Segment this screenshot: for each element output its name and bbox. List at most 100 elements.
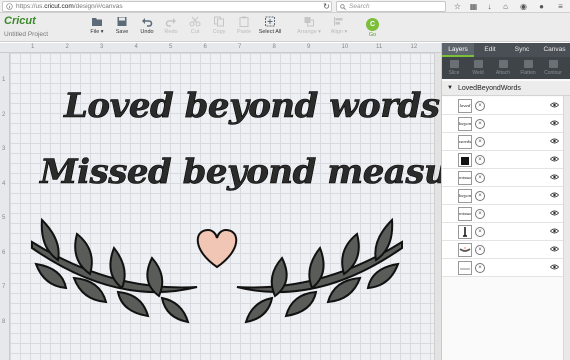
weld-icon (473, 60, 483, 68)
ruler-tick-label: 5 (169, 44, 173, 50)
heart-shape (196, 228, 238, 269)
hide-contour-icon[interactable]: × (475, 119, 485, 129)
ruler-tick-label: 6 (203, 44, 207, 50)
menu-icon[interactable]: ≡ (556, 2, 565, 11)
save-button[interactable]: Save (109, 16, 135, 35)
text-missed-beyond-measure[interactable]: Missed beyond measure (40, 152, 488, 193)
text-loved-beyond-words[interactable]: Loved beyond words (64, 86, 441, 127)
hide-contour-icon[interactable]: × (475, 245, 485, 255)
layer-row[interactable]: words × (442, 133, 570, 151)
contour-icon (548, 60, 558, 68)
layer-row[interactable]: beyond× (442, 187, 570, 205)
paste-label: Paste (236, 29, 252, 35)
ruler-tick-label: 1 (2, 77, 6, 83)
visibility-eye-icon[interactable] (550, 174, 559, 180)
weld-label: Weld (472, 70, 484, 76)
hide-contour-icon[interactable]: × (475, 137, 485, 147)
visibility-eye-icon[interactable] (550, 102, 559, 108)
visibility-eye-icon[interactable] (550, 246, 559, 252)
ruler-tick-label: 11 (376, 44, 383, 50)
visibility-eye-icon[interactable] (550, 264, 559, 270)
layer-row[interactable]: × (442, 241, 570, 259)
flatten-button[interactable]: Flatten (516, 60, 540, 76)
align-button[interactable]: Align ▾ (326, 16, 352, 35)
arrange-button[interactable]: Arrange ▾ (295, 16, 323, 35)
hide-contour-icon[interactable]: × (475, 101, 485, 111)
select-all-button[interactable]: Select All (257, 16, 283, 35)
panel-tabs: Layers Edit Sync Canvas (442, 43, 570, 57)
reload-icon[interactable]: ↻ (322, 2, 331, 11)
go-button[interactable]: C (366, 18, 379, 31)
chat-icon[interactable]: ◉ (519, 2, 528, 11)
hide-contour-icon[interactable]: × (475, 209, 485, 219)
ruler-tick-label: 2 (65, 44, 69, 50)
undo-label: Undo (140, 29, 154, 35)
file-label: File ▾ (90, 29, 104, 35)
visibility-eye-icon[interactable] (550, 156, 559, 162)
panel-scrollbar[interactable] (563, 96, 570, 360)
visibility-eye-icon[interactable] (550, 120, 559, 126)
project-name[interactable]: Untitled Project (4, 31, 48, 38)
attach-icon (498, 60, 508, 68)
layer-thumbnail (458, 225, 472, 239)
redo-button[interactable]: Redo (158, 16, 184, 35)
tab-sync[interactable]: Sync (506, 43, 538, 57)
ruler-tick-label: 7 (2, 284, 6, 290)
visibility-eye-icon[interactable] (550, 210, 559, 216)
layer-row[interactable]: missed × (442, 169, 570, 187)
paste-button[interactable]: Paste (231, 16, 257, 35)
reading-list-icon[interactable]: ▦ (469, 2, 478, 11)
layer-thumbnail: missed (458, 207, 472, 221)
tab-edit[interactable]: Edit (474, 43, 506, 57)
ruler-tick-label: 5 (2, 215, 6, 221)
cricut-logo: Cricut (4, 15, 36, 27)
layer-thumbnail: loved (458, 99, 472, 113)
layer-row[interactable]: beyond× (442, 115, 570, 133)
tab-layers[interactable]: Layers (442, 43, 474, 57)
save-icon (117, 17, 127, 26)
layer-group-header[interactable]: ▼ LovedBeyondWords (442, 81, 570, 96)
undo-button[interactable]: Undo (134, 16, 160, 35)
laurel-wreath-image[interactable] (22, 212, 412, 332)
layer-row[interactable]: × (442, 151, 570, 169)
ruler-tick-label: 3 (100, 44, 104, 50)
align-label: Align ▾ (330, 29, 348, 35)
download-icon[interactable]: ↓ (485, 2, 494, 11)
extension-icon[interactable]: ● (537, 2, 546, 11)
url-path: /design/#/canvas (73, 3, 123, 10)
layer-row[interactable]: loved × (442, 97, 570, 115)
cut-button[interactable]: Cut (182, 16, 208, 35)
layer-thumbnail (458, 243, 472, 257)
search-icon (340, 4, 346, 10)
hide-contour-icon[interactable]: × (475, 155, 485, 165)
go-label: Go (368, 32, 377, 38)
flatten-label: Flatten (520, 70, 536, 76)
horizontal-ruler: 1 2 3 4 5 6 7 8 9 10 11 12 (0, 43, 441, 53)
tab-canvas[interactable]: Canvas (538, 43, 570, 57)
collapse-triangle-icon[interactable]: ▼ (447, 81, 453, 96)
slice-icon (449, 60, 459, 68)
hide-contour-icon[interactable]: × (475, 191, 485, 201)
layer-row[interactable]: missed × (442, 205, 570, 223)
hide-contour-icon[interactable]: × (475, 227, 485, 237)
copy-button[interactable]: Copy (206, 16, 232, 35)
search-input[interactable]: Search (336, 1, 446, 12)
visibility-eye-icon[interactable] (550, 192, 559, 198)
home-icon[interactable]: ⌂ (501, 2, 510, 11)
layer-row[interactable]: × (442, 223, 570, 241)
address-bar[interactable]: https://us.cricut.com/design/#/canvas (2, 1, 332, 12)
attach-button[interactable]: Attach (491, 60, 515, 76)
visibility-eye-icon[interactable] (550, 138, 559, 144)
layer-row[interactable]: × (442, 259, 570, 277)
file-menu-button[interactable]: File ▾ (84, 16, 110, 35)
weld-button[interactable]: Weld (466, 60, 490, 76)
layer-thumbnail: beyond (458, 117, 472, 131)
visibility-eye-icon[interactable] (550, 228, 559, 234)
ruler-tick-label: 7 (238, 44, 242, 50)
contour-button[interactable]: Contour (541, 60, 565, 76)
bookmark-star-icon[interactable]: ☆ (453, 2, 462, 11)
hide-contour-icon[interactable]: × (475, 263, 485, 273)
slice-button[interactable]: Slice (442, 60, 466, 76)
hide-contour-icon[interactable]: × (475, 173, 485, 183)
copy-label: Copy (212, 29, 226, 35)
